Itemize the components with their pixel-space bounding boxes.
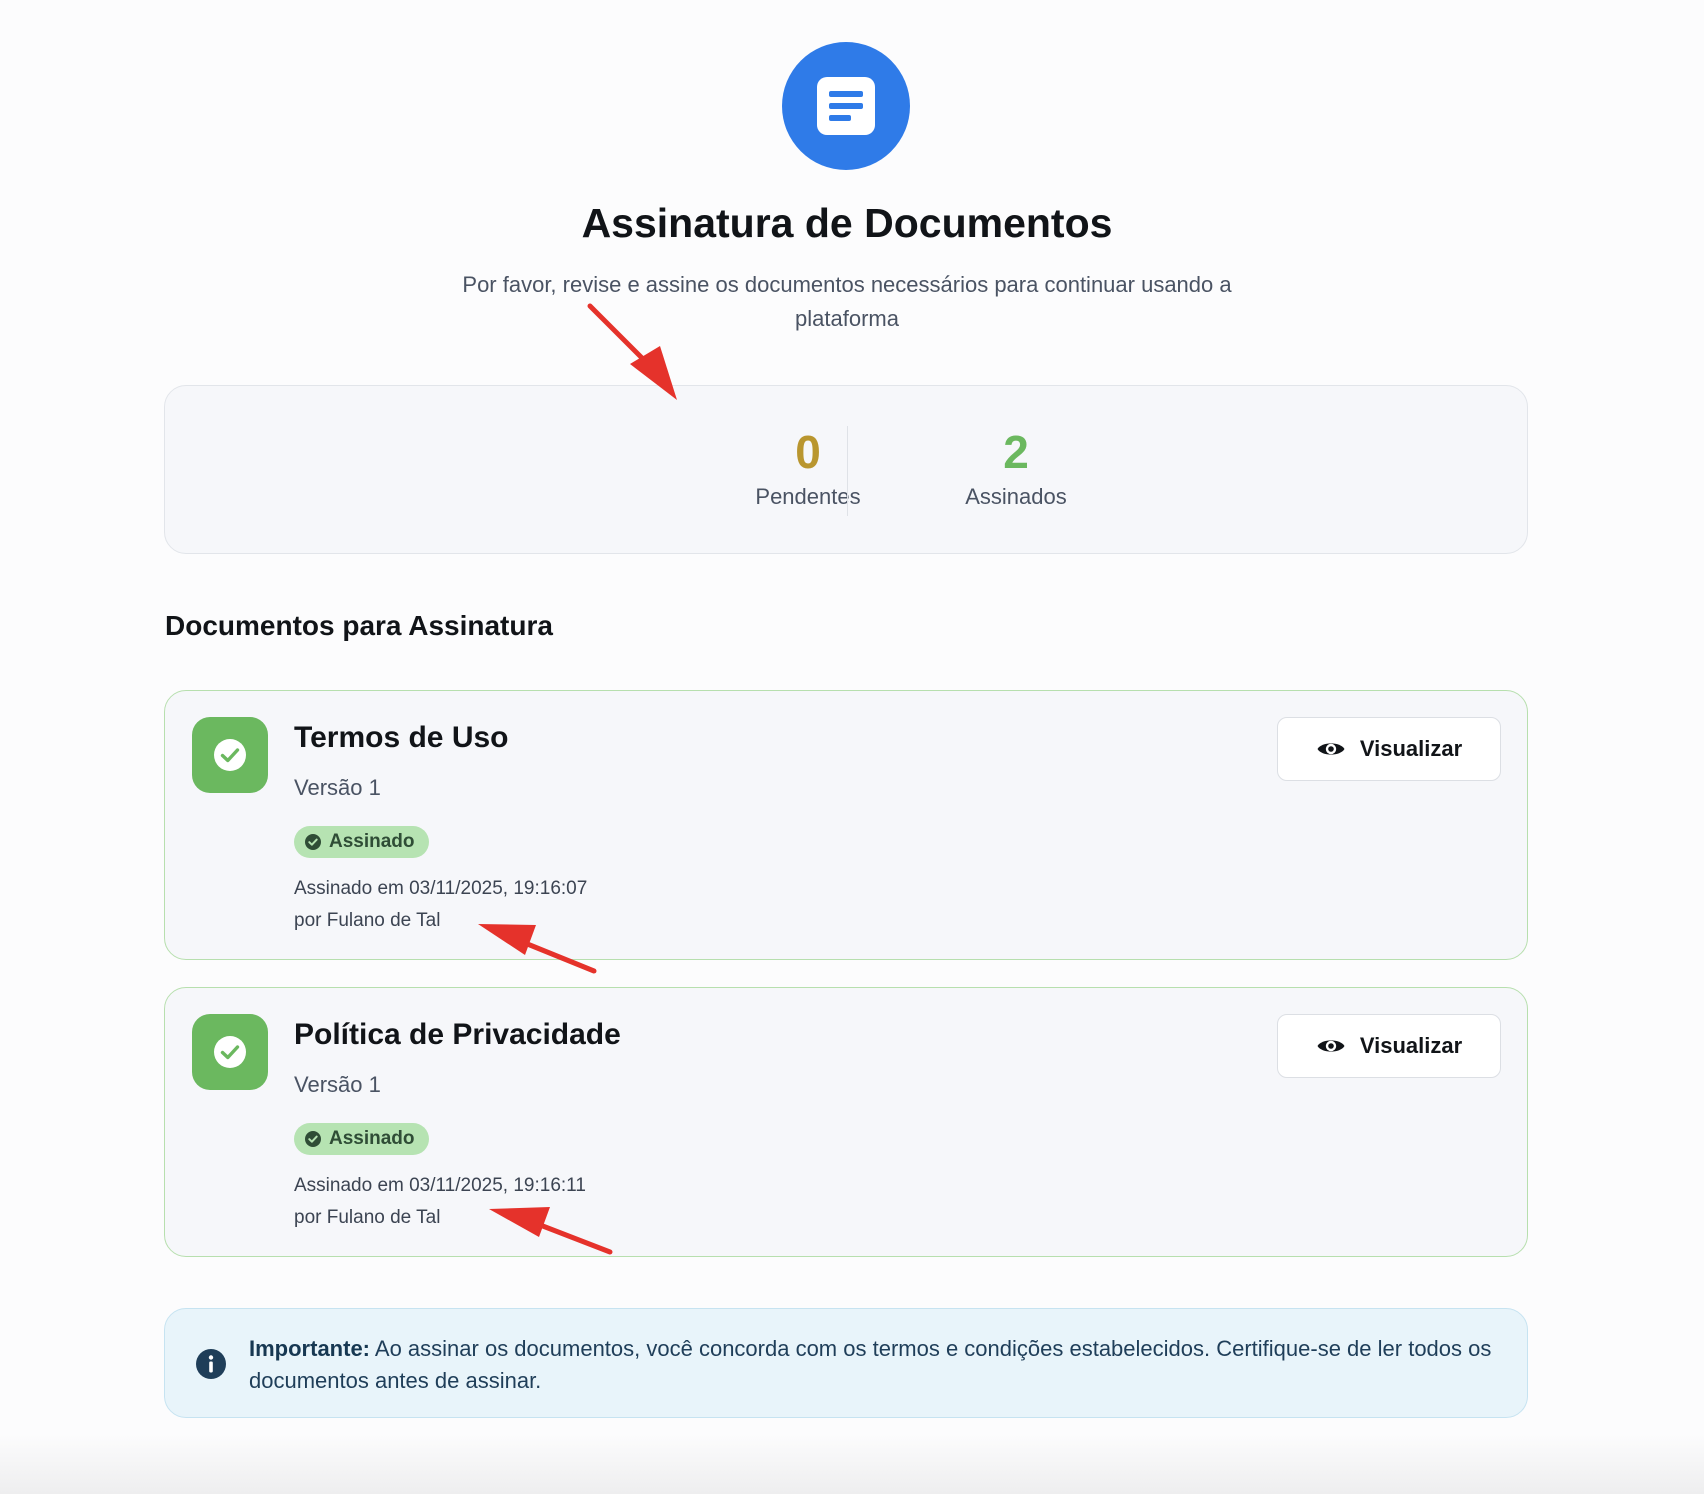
page: Assinatura de Documentos Por favor, revi… (0, 0, 1704, 1494)
eye-icon (1317, 743, 1345, 755)
info-notice: Importante: Ao assinar os documentos, vo… (164, 1308, 1528, 1418)
stat-signed: 2 Assinados (916, 428, 1116, 510)
section-title: Documentos para Assinatura (165, 610, 553, 641)
stat-pending-label: Pendentes (755, 484, 861, 510)
signed-at: Assinado em 03/11/2025, 19:16:07 (294, 878, 588, 899)
status-badge: Assinado (294, 1123, 429, 1155)
stat-signed-label: Assinados (965, 484, 1067, 510)
signed-at: Assinado em 03/11/2025, 19:16:11 (294, 1175, 586, 1196)
eye-icon (1317, 1040, 1345, 1052)
status-badge-label: Assinado (329, 831, 415, 852)
page-subtitle: Por favor, revise e assine os documentos… (462, 272, 1232, 331)
signed-by: por Fulano de Tal (294, 910, 441, 931)
view-document-button[interactable]: Visualizar (1277, 717, 1501, 781)
signature-info: Assinado em 03/11/2025, 19:16:07 por Ful… (294, 873, 587, 937)
check-circle-icon (192, 1014, 268, 1090)
status-badge-label: Assinado (329, 1128, 415, 1149)
stat-pending: 0 Pendentes (708, 428, 908, 510)
stat-divider (847, 426, 848, 516)
view-button-label: Visualizar (1359, 1033, 1463, 1058)
info-text: Importante: Ao assinar os documentos, vo… (249, 1333, 1504, 1397)
info-icon (196, 1349, 226, 1379)
info-label: Importante: (249, 1336, 370, 1361)
document-title: Política de Privacidade (294, 1018, 621, 1051)
status-badge: Assinado (294, 826, 429, 858)
stat-pending-value: 0 (795, 426, 821, 478)
signature-info: Assinado em 03/11/2025, 19:16:11 por Ful… (294, 1170, 586, 1234)
view-document-button[interactable]: Visualizar (1277, 1014, 1501, 1078)
check-badge-icon (305, 834, 321, 850)
page-title: Assinatura de Documentos (581, 200, 1113, 246)
document-card: Política de Privacidade Versão 1 Assinad… (164, 987, 1528, 1257)
document-version: Versão 1 (294, 775, 381, 800)
document-card: Termos de Uso Versão 1 Assinado Assinado… (164, 690, 1528, 960)
document-lines-icon (782, 42, 910, 170)
document-title: Termos de Uso (294, 721, 509, 754)
check-circle-icon (192, 717, 268, 793)
signed-by: por Fulano de Tal (294, 1207, 441, 1228)
signature-stats: 0 Pendentes 2 Assinados (164, 385, 1528, 554)
document-version: Versão 1 (294, 1072, 381, 1097)
info-message: Ao assinar os documentos, você concorda … (249, 1336, 1492, 1393)
view-button-label: Visualizar (1359, 736, 1463, 761)
check-badge-icon (305, 1131, 321, 1147)
stat-signed-value: 2 (1003, 426, 1029, 478)
